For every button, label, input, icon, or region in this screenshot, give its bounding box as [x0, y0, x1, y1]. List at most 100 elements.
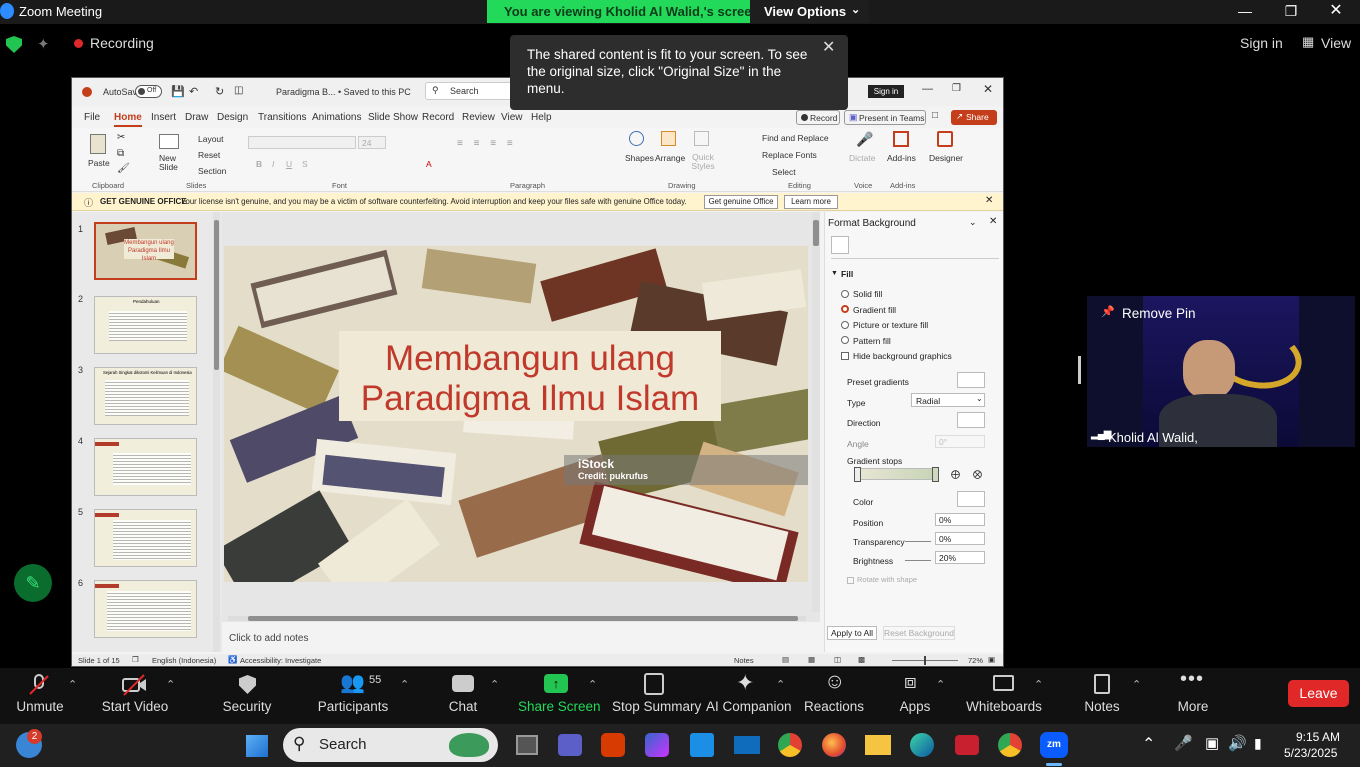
tab-file[interactable]: File: [84, 112, 100, 123]
minimize-icon[interactable]: —: [922, 83, 933, 95]
reset-button[interactable]: Reset: [198, 150, 220, 160]
comment-icon[interactable]: □: [932, 110, 938, 121]
stop-summary-button[interactable]: Stop Summary: [612, 668, 701, 724]
select-button[interactable]: Select: [772, 167, 796, 177]
ai-companion-button[interactable]: ✦ AI Companion: [706, 668, 792, 724]
slideshow-icon[interactable]: ▩: [858, 655, 865, 664]
section-button[interactable]: Section: [198, 166, 226, 176]
reset-background-button[interactable]: Reset Background: [883, 626, 955, 640]
canvas-vscrollbar[interactable]: [812, 212, 820, 612]
chevron-up-icon[interactable]: ⌃: [1132, 678, 1141, 691]
shapes-button[interactable]: Shapes: [623, 131, 654, 175]
designer-button[interactable]: Designer: [927, 131, 963, 175]
clock-date[interactable]: 5/23/2025: [1284, 746, 1337, 760]
display-icon[interactable]: ▣: [1205, 734, 1219, 752]
chat-button[interactable]: Chat: [442, 668, 484, 724]
share-button[interactable]: ↗ Share: [951, 110, 997, 125]
radio-pattern-fill[interactable]: [841, 336, 849, 344]
slide-thumbnail[interactable]: [94, 438, 197, 496]
unmute-button[interactable]: Unmute: [8, 668, 72, 724]
color-picker[interactable]: [957, 491, 985, 507]
start-video-button[interactable]: Start Video: [98, 668, 172, 724]
chevron-down-icon[interactable]: ⌄: [969, 217, 977, 228]
normal-view-icon[interactable]: ▤: [782, 655, 789, 664]
remove-stop-icon[interactable]: ⨂: [973, 469, 982, 480]
view-options-button[interactable]: View Options ⌄: [750, 0, 869, 23]
edge-icon[interactable]: [910, 733, 934, 757]
radio-picture-fill[interactable]: [841, 321, 849, 329]
presenter-icon[interactable]: ◫: [234, 85, 243, 96]
sign-in-link[interactable]: Sign in: [1240, 35, 1283, 51]
save-icon[interactable]: 💾: [171, 85, 185, 98]
underline-icon[interactable]: U: [286, 159, 292, 169]
hide-bg-checkbox[interactable]: [841, 352, 849, 360]
scrollbar-thumb[interactable]: [248, 616, 798, 621]
maximize-icon[interactable]: ❐: [1268, 0, 1314, 24]
close-icon[interactable]: ✕: [1313, 0, 1359, 24]
more-button[interactable]: ••• More: [1170, 668, 1216, 724]
zoom-level[interactable]: 72%: [968, 656, 983, 665]
tab-animations[interactable]: Animations: [312, 112, 361, 123]
microphone-icon[interactable]: 🎤: [1174, 734, 1193, 752]
thumbnail-scrollbar[interactable]: [213, 212, 220, 652]
battery-icon[interactable]: ▮: [1254, 735, 1262, 752]
view-menu-button[interactable]: View: [1321, 35, 1351, 51]
gradient-stops-bar[interactable]: [854, 467, 939, 482]
radio-gradient-fill[interactable]: [841, 305, 849, 313]
clock-time[interactable]: 9:15 AM: [1296, 730, 1340, 744]
bold-icon[interactable]: B: [256, 159, 262, 169]
font-size-select[interactable]: 24: [358, 136, 386, 149]
chevron-up-icon[interactable]: ⌃: [1034, 678, 1043, 691]
remove-pin-button[interactable]: 📌 Remove Pin: [1087, 302, 1207, 326]
position-input[interactable]: 0%: [935, 513, 985, 526]
firefox-icon[interactable]: [822, 733, 846, 757]
angle-input[interactable]: 0°: [935, 435, 985, 448]
tab-insert[interactable]: Insert: [151, 112, 176, 123]
slide-thumbnail[interactable]: Sejarah Singkat dikotomi Keilmuan di Ind…: [94, 367, 197, 425]
fill-bucket-icon[interactable]: [831, 236, 849, 254]
record-button[interactable]: Record: [796, 110, 840, 125]
fill-section-header[interactable]: Fill: [841, 269, 853, 279]
undo-icon[interactable]: ↶: [189, 85, 198, 98]
zoom-app-icon[interactable]: zm: [1040, 732, 1068, 758]
slide-title-box[interactable]: Membangun ulang Paradigma Ilmu Islam: [339, 331, 721, 421]
notes-button[interactable]: Notes: [1080, 668, 1124, 724]
reading-view-icon[interactable]: ◫: [834, 655, 841, 664]
tab-slide-show[interactable]: Slide Show: [368, 112, 418, 123]
slide-thumbnail[interactable]: [94, 580, 197, 638]
cut-icon[interactable]: ✂: [117, 132, 125, 143]
canvas-hscrollbar[interactable]: [228, 616, 806, 621]
sign-in-button[interactable]: Sign in: [868, 85, 904, 98]
format-painter-icon[interactable]: 🖌: [117, 163, 130, 174]
tab-record[interactable]: Record: [422, 112, 454, 123]
accessibility-icon[interactable]: ♿: [228, 655, 237, 664]
arrange-button[interactable]: Arrange: [655, 131, 687, 175]
spellcheck-icon[interactable]: ❐: [132, 655, 139, 664]
scrollbar-thumb[interactable]: [813, 220, 819, 246]
addins-button[interactable]: Add-ins: [885, 131, 917, 175]
whiteboards-button[interactable]: Whiteboards: [966, 668, 1042, 724]
layout-button[interactable]: Layout: [198, 134, 224, 144]
chrome-icon[interactable]: [778, 733, 802, 757]
get-genuine-button[interactable]: Get genuine Office: [704, 195, 778, 209]
slide-thumbnail[interactable]: Pendahuluan: [94, 296, 197, 354]
task-view-icon[interactable]: [516, 735, 538, 755]
language-indicator[interactable]: English (Indonesia): [152, 656, 216, 665]
participants-button[interactable]: 👥 55 Participants: [316, 668, 390, 724]
recorder-icon[interactable]: [955, 735, 979, 755]
tab-draw[interactable]: Draw: [185, 112, 208, 123]
volume-icon[interactable]: 🔊: [1228, 734, 1247, 752]
close-icon[interactable]: ✕: [822, 39, 835, 56]
tab-help[interactable]: Help: [531, 112, 552, 123]
brightness-slider[interactable]: [905, 560, 931, 561]
paste-button[interactable]: Paste: [84, 132, 112, 172]
sparkle-icon[interactable]: ✦: [37, 35, 50, 53]
notes-toggle[interactable]: Notes: [734, 656, 754, 665]
learn-more-button[interactable]: Learn more: [784, 195, 838, 209]
notes-pane[interactable]: Click to add notes: [222, 624, 812, 654]
rotate-checkbox[interactable]: [847, 577, 854, 584]
paragraph-controls[interactable]: ≡ ≡ ≡ ≡: [457, 138, 607, 173]
tab-view[interactable]: View: [501, 112, 523, 123]
apply-to-all-button[interactable]: Apply to All: [827, 626, 877, 640]
brightness-input[interactable]: 20%: [935, 551, 985, 564]
